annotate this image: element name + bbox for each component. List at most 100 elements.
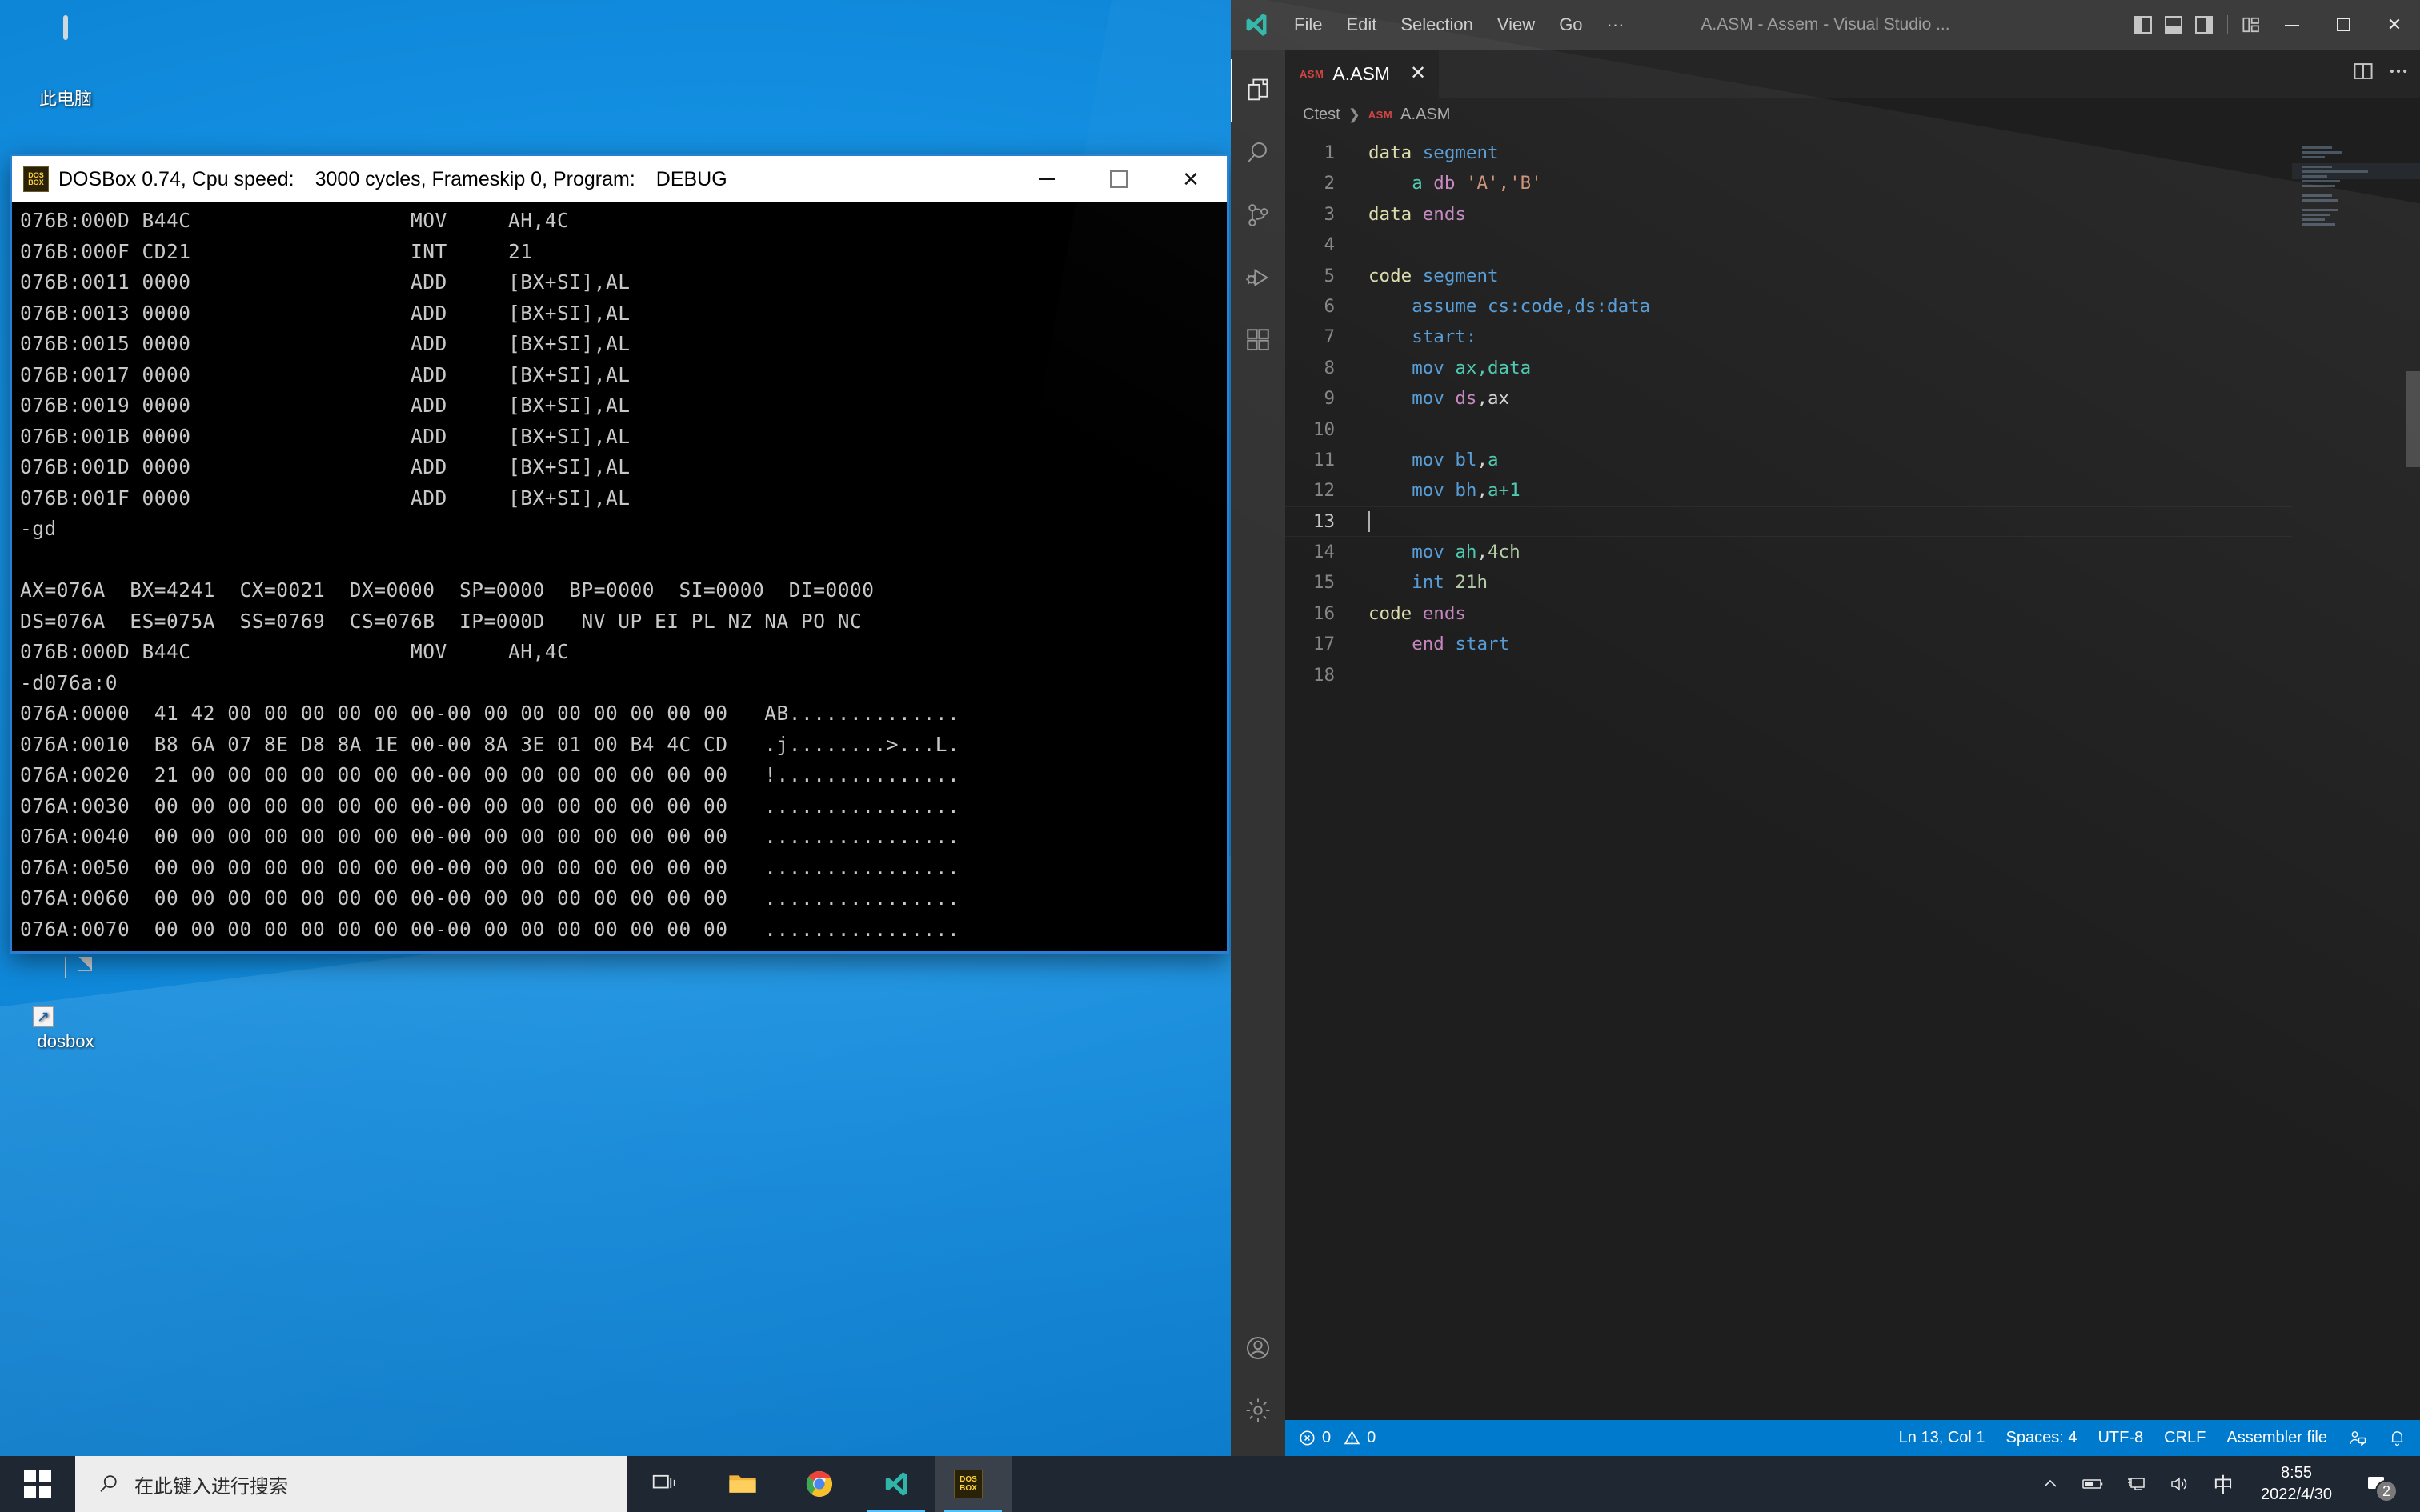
code-line[interactable]: 10 [1285,414,2292,445]
code-line[interactable]: 13 [1285,506,2292,537]
desktop-icon-dosbox[interactable]: ↗ dosbox [6,954,125,1053]
vscode-window[interactable]: File Edit Selection View Go ··· A.ASM - … [1231,0,2420,1456]
taskbar-chrome-button[interactable] [781,1456,858,1512]
code-line[interactable]: 9 mov ds,ax [1285,383,2292,414]
code-line[interactable]: 18 [1285,660,2292,690]
code-line[interactable]: 1data segment [1285,138,2292,168]
menu-item-edit[interactable]: Edit [1334,11,1388,38]
editor-scrollbar[interactable] [2406,131,2420,1420]
tab-a-asm[interactable]: ASM A.ASM ✕ [1285,50,1440,98]
search-icon[interactable] [1231,122,1285,184]
code-line[interactable]: 2 a db 'A','B' [1285,168,2292,198]
network-icon[interactable] [2115,1456,2158,1512]
dosbox-minimize-button[interactable] [1011,156,1083,202]
menu-item-file[interactable]: File [1282,11,1334,38]
toggle-primary-sidebar-icon[interactable] [2128,0,2158,50]
split-editor-icon[interactable] [2353,61,2374,86]
start-button[interactable] [0,1456,75,1512]
vscode-titlebar[interactable]: File Edit Selection View Go ··· A.ASM - … [1231,0,2420,50]
vscode-minimize-button[interactable] [2266,0,2318,50]
code-line[interactable]: 5code segment [1285,261,2292,291]
more-actions-icon[interactable] [2388,61,2409,86]
code-line[interactable]: 12 mov bh,a+1 [1285,475,2292,506]
explorer-icon[interactable] [1231,59,1285,122]
dosbox-titlebar[interactable]: DOS BOX DOSBox 0.74, Cpu speed: 3000 cyc… [12,156,1227,202]
volume-icon[interactable] [2158,1456,2202,1512]
code-line[interactable]: 7 start: [1285,322,2292,352]
code-line[interactable]: 16code ends [1285,598,2292,629]
menu-item-selection[interactable]: Selection [1388,11,1485,38]
breadcrumb-folder[interactable]: Ctest [1303,106,1340,124]
battery-icon[interactable] [2072,1456,2115,1512]
notification-center-button[interactable]: 2 [2348,1456,2406,1512]
menu-item-go[interactable]: Go [1547,11,1594,38]
run-and-debug-icon[interactable] [1231,246,1285,309]
customize-layout-icon[interactable] [2236,0,2266,50]
desktop-icon-label: dosbox [6,1030,125,1053]
code-editor[interactable]: 1data segment2 a db 'A','B'3data ends45c… [1285,131,2420,1420]
language-mode-status[interactable]: Assembler file [2216,1420,2338,1456]
editor-scrollbar-thumb[interactable] [2406,371,2420,467]
manage-settings-icon[interactable] [1231,1379,1285,1442]
dosbox-close-button[interactable]: ✕ [1155,156,1227,202]
source-control-icon[interactable] [1231,184,1285,246]
notifications-bell-icon[interactable] [2378,1420,2417,1456]
show-desktop-button[interactable] [2406,1456,2414,1512]
desktop-background[interactable]: 此电脑 ↗ dosbox DOS BOX DOSBox 0.74, Cpu sp… [0,0,2420,1512]
indentation-status[interactable]: Spaces: 4 [1996,1420,2088,1456]
taskbar-clock[interactable]: 8:55 2022/4/30 [2245,1462,2348,1506]
desktop-icon-this-pc[interactable]: 此电脑 [6,11,125,110]
dosbox-terminal-output[interactable]: 076B:000D B44C MOV AH,4C 076B:000F CD21 … [12,202,1227,951]
taskbar-vscode-button[interactable] [858,1456,935,1512]
desktop-icon-label: 此电脑 [6,88,125,110]
live-share-icon[interactable] [2338,1420,2378,1456]
taskbar-search-box[interactable]: 在此键入进行搜索 [75,1456,627,1512]
chrome-icon [805,1470,834,1498]
taskbar-file-explorer-button[interactable] [704,1456,781,1512]
show-hidden-icons-icon[interactable] [2029,1456,2072,1512]
editor-actions [2353,50,2420,98]
dosbox-maximize-button[interactable] [1083,156,1155,202]
accounts-icon[interactable] [1231,1317,1285,1379]
code-line[interactable]: 6 assume cs:code,ds:data [1285,291,2292,322]
dosbox-window[interactable]: DOS BOX DOSBox 0.74, Cpu speed: 3000 cyc… [10,154,1229,954]
code-line[interactable]: 8 mov ax,data [1285,353,2292,383]
code-lines[interactable]: 1data segment2 a db 'A','B'3data ends45c… [1285,131,2292,1420]
code-line[interactable]: 3data ends [1285,199,2292,230]
toggle-secondary-sidebar-icon[interactable] [2189,0,2219,50]
breadcrumb[interactable]: Ctest ❯ ASM A.ASM [1285,98,2420,131]
minimap[interactable] [2292,131,2420,1420]
code-line[interactable]: 11 mov bl,a [1285,445,2292,475]
code-line[interactable]: 14 mov ah,4ch [1285,537,2292,567]
system-tray[interactable]: 中 8:55 2022/4/30 2 [2029,1456,2420,1512]
tab-close-icon[interactable]: ✕ [1410,64,1426,83]
line-number: 14 [1285,537,1362,567]
code-line[interactable]: 4 [1285,230,2292,260]
line-content: data segment [1362,138,1499,168]
extensions-icon[interactable] [1231,309,1285,371]
status-bar[interactable]: 0 0 Ln 13, Col 1 Spaces: 4 UTF-8 CRLF As… [1285,1420,2420,1456]
eol-status[interactable]: CRLF [2154,1420,2216,1456]
vscode-close-button[interactable]: ✕ [2369,0,2420,50]
code-line[interactable]: 17 end start [1285,629,2292,659]
minimap-line [2302,209,2338,211]
code-token: ends [1423,603,1466,624]
menu-item-view[interactable]: View [1485,11,1547,38]
problems-status[interactable]: 0 0 [1288,1420,1386,1456]
line-number: 10 [1285,414,1362,445]
ime-indicator[interactable]: 中 [2202,1456,2245,1512]
taskbar[interactable]: 在此键入进行搜索 [0,1456,2420,1512]
activity-bar[interactable] [1231,50,1285,1456]
editor-tab-bar[interactable]: ASM A.ASM ✕ [1285,50,2420,98]
taskbar-dosbox-button[interactable]: DOS BOX [935,1456,1012,1512]
code-line[interactable]: 15 int 21h [1285,567,2292,598]
cursor-position-status[interactable]: Ln 13, Col 1 [1889,1420,1996,1456]
toggle-panel-icon[interactable] [2158,0,2189,50]
vscode-menubar[interactable]: File Edit Selection View Go ··· [1282,11,1637,38]
menu-item-more[interactable]: ··· [1595,11,1637,38]
encoding-status[interactable]: UTF-8 [2087,1420,2154,1456]
search-placeholder: 在此键入进行搜索 [134,1470,288,1498]
taskbar-task-view-button[interactable] [627,1456,704,1512]
vscode-maximize-button[interactable] [2318,0,2369,50]
breadcrumb-file[interactable]: A.ASM [1400,106,1450,124]
